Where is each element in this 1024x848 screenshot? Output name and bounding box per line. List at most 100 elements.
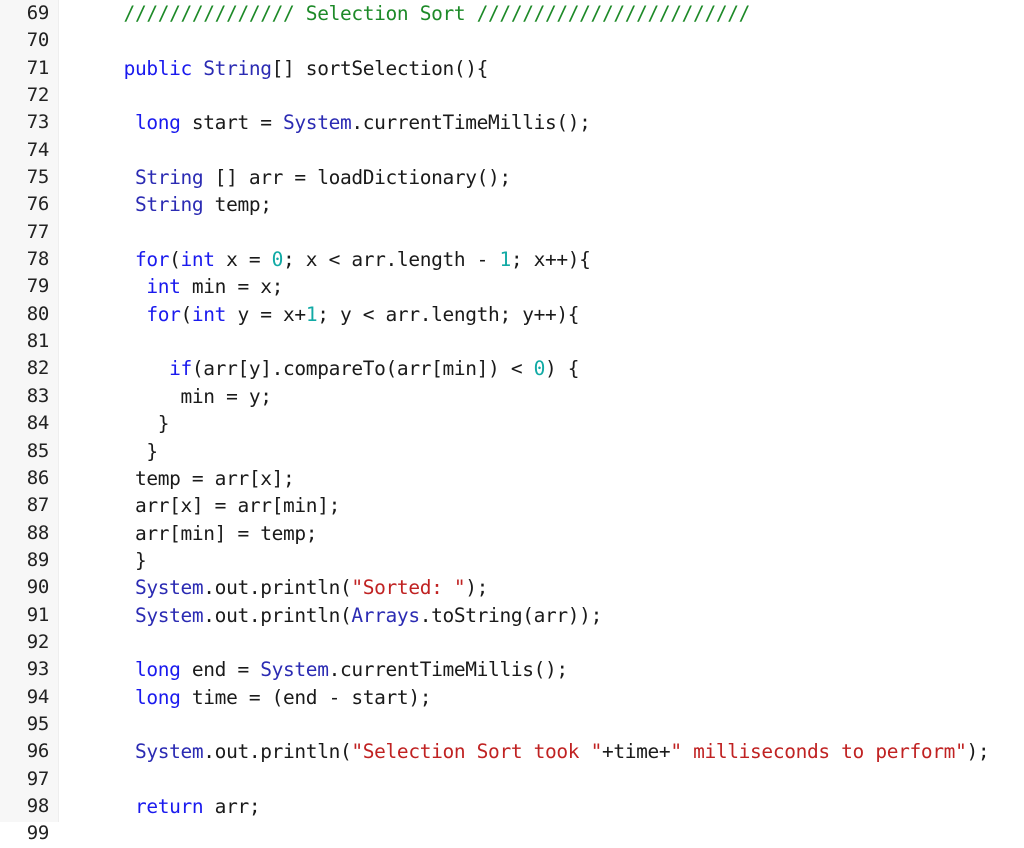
line-number-gutter[interactable]: 69 70 71 72 73 74 75 76 77 78 79 80 81 82 83 84 85 86 87 88… xyxy=(0,0,59,844)
code-token-string: " milliseconds to perform" xyxy=(670,740,967,764)
code-line[interactable]: System.out.println("Sorted: "); xyxy=(78,574,1024,601)
code-token-plain: min = x; xyxy=(180,275,284,299)
code-line[interactable]: arr[min] = temp; xyxy=(78,520,1024,547)
line-number[interactable]: 75 xyxy=(0,164,58,191)
code-line[interactable] xyxy=(78,219,1024,246)
line-number[interactable]: 72 xyxy=(0,82,58,109)
code-line[interactable]: public String[] sortSelection(){ xyxy=(78,55,1024,82)
code-token-plain: ); xyxy=(465,576,489,600)
code-line[interactable]: String [] arr = loadDictionary(); xyxy=(78,164,1024,191)
code-line[interactable] xyxy=(78,328,1024,355)
line-number[interactable]: 92 xyxy=(0,629,58,656)
line-number[interactable]: 80 xyxy=(0,301,58,328)
code-line[interactable] xyxy=(78,82,1024,109)
code-line[interactable]: long time = (end - start); xyxy=(78,684,1024,711)
code-line[interactable]: arr[x] = arr[min]; xyxy=(78,492,1024,519)
code-token-keyword: long xyxy=(134,111,181,135)
code-token-class: Arrays xyxy=(351,603,420,627)
code-token-type: String xyxy=(134,166,204,190)
code-line[interactable]: for(int x = 0; x < arr.length - 1; x++){ xyxy=(78,246,1024,273)
code-token-plain: } xyxy=(78,439,158,463)
code-token-number: 1 xyxy=(499,248,511,272)
code-line[interactable]: if(arr[y].compareTo(arr[min]) < 0) { xyxy=(78,355,1024,382)
code-token-class: System xyxy=(283,111,352,135)
line-number[interactable]: 99 xyxy=(0,820,58,847)
code-token-plain: ; x++){ xyxy=(510,248,591,272)
line-number[interactable]: 79 xyxy=(0,273,58,300)
code-token-keyword: int xyxy=(146,275,181,299)
code-line[interactable]: } xyxy=(78,547,1024,574)
code-token-keyword: return xyxy=(134,794,204,818)
line-number[interactable]: 96 xyxy=(0,738,58,765)
line-number[interactable]: 81 xyxy=(0,328,58,355)
code-token-plain: ); xyxy=(966,740,990,764)
code-token-plain: start = xyxy=(180,111,284,135)
code-line[interactable]: String temp; xyxy=(78,191,1024,218)
line-number[interactable]: 76 xyxy=(0,191,58,218)
code-token-plain: .out.println( xyxy=(203,740,352,764)
code-line[interactable] xyxy=(78,629,1024,656)
code-token-plain: arr[x] = arr[min]; xyxy=(78,494,340,518)
code-line[interactable]: long end = System.currentTimeMillis(); xyxy=(78,656,1024,683)
code-token-class: System xyxy=(134,576,204,600)
code-token-keyword: for xyxy=(134,248,170,272)
line-number[interactable]: 83 xyxy=(0,383,58,410)
code-line[interactable]: temp = arr[x]; xyxy=(78,465,1024,492)
code-token-plain: +time+ xyxy=(601,740,671,764)
code-line[interactable]: long start = System.currentTimeMillis(); xyxy=(78,109,1024,136)
code-line[interactable]: for(int y = x+1; y < arr.length; y++){ xyxy=(78,301,1024,328)
code-token-class: System xyxy=(260,658,329,682)
code-token-type: String xyxy=(203,56,272,80)
code-line[interactable]: int min = x; xyxy=(78,273,1024,300)
code-line[interactable]: System.out.println(Arrays.toString(arr))… xyxy=(78,602,1024,629)
code-token-string: "Sorted: " xyxy=(351,576,466,600)
line-number[interactable]: 95 xyxy=(0,711,58,738)
line-number[interactable]: 86 xyxy=(0,465,58,492)
code-token-plain: ( xyxy=(169,248,181,272)
code-token-plain: } xyxy=(78,548,147,572)
line-number[interactable]: 87 xyxy=(0,492,58,519)
line-number[interactable]: 77 xyxy=(0,219,58,246)
line-number[interactable]: 73 xyxy=(0,109,58,136)
code-token-plain: [] sortSelection(){ xyxy=(271,56,489,80)
line-number[interactable]: 97 xyxy=(0,766,58,793)
line-number[interactable]: 70 xyxy=(0,27,58,54)
line-number[interactable]: 93 xyxy=(0,656,58,683)
code-line[interactable]: System.out.println("Selection Sort took … xyxy=(78,738,1024,765)
line-number[interactable]: 91 xyxy=(0,602,58,629)
line-number[interactable]: 88 xyxy=(0,520,58,547)
line-number[interactable]: 94 xyxy=(0,684,58,711)
line-number[interactable]: 69 xyxy=(0,0,58,27)
line-number[interactable]: 74 xyxy=(0,137,58,164)
code-token-plain: [] arr = loadDictionary(); xyxy=(203,166,512,190)
line-number[interactable]: 84 xyxy=(0,410,58,437)
code-token-keyword: long xyxy=(134,685,181,709)
code-content-area[interactable]: /////////////// Selection Sort /////////… xyxy=(59,0,1024,822)
code-line[interactable] xyxy=(78,711,1024,738)
line-number[interactable]: 78 xyxy=(0,246,58,273)
line-number[interactable]: 98 xyxy=(0,793,58,820)
code-line[interactable]: } xyxy=(78,410,1024,437)
code-line[interactable]: return arr; xyxy=(78,793,1024,820)
code-token-string: "Selection Sort took " xyxy=(351,740,602,764)
line-number[interactable]: 90 xyxy=(0,574,58,601)
code-line[interactable] xyxy=(78,27,1024,54)
line-number[interactable]: 89 xyxy=(0,547,58,574)
code-line[interactable]: /////////////// Selection Sort /////////… xyxy=(78,0,1024,27)
line-number[interactable]: 85 xyxy=(0,438,58,465)
code-line[interactable]: } xyxy=(78,438,1024,465)
code-editor[interactable]: 69 70 71 72 73 74 75 76 77 78 79 80 81 82 83 84 85 86 87 88… xyxy=(0,0,1024,844)
code-line[interactable]: min = y; xyxy=(78,383,1024,410)
code-token-number: 0 xyxy=(533,357,546,381)
code-line[interactable] xyxy=(78,766,1024,793)
code-line[interactable] xyxy=(78,137,1024,164)
line-number[interactable]: 82 xyxy=(0,355,58,382)
line-number[interactable]: 71 xyxy=(0,55,58,82)
